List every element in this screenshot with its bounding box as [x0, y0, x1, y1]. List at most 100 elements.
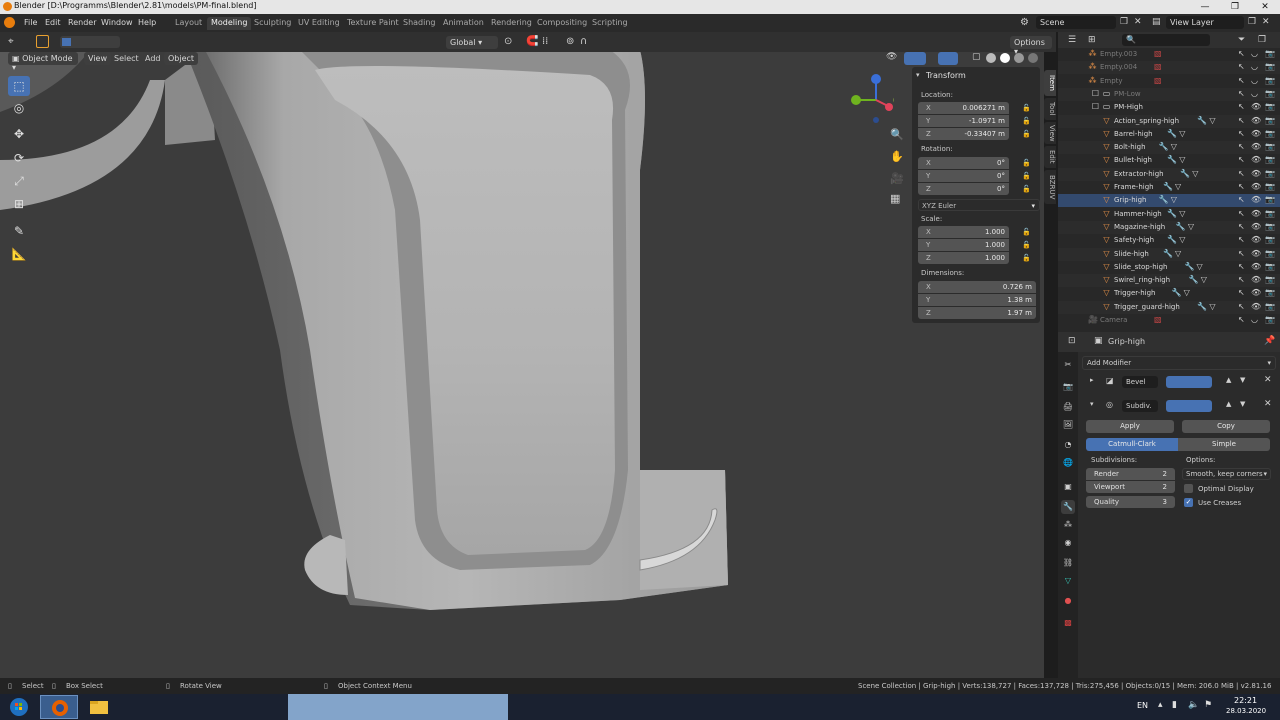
move-up-icon[interactable]: ▲	[1226, 400, 1231, 408]
outliner-row[interactable]: ⁂ Empty.003 ▧ ↖ ◡ 📷	[1058, 48, 1280, 61]
maximize-button[interactable]: ❐	[1220, 0, 1250, 14]
visibility-eye-icon[interactable]: 👁	[1251, 262, 1261, 271]
mesh-data-icon[interactable]: ▽	[1179, 155, 1185, 164]
menu-view[interactable]: View	[84, 52, 111, 65]
menu-object[interactable]: Object	[164, 52, 199, 65]
language-indicator[interactable]: EN	[1137, 701, 1148, 710]
bevel-visibility-toggles[interactable]	[1166, 376, 1212, 388]
object-tab-icon[interactable]: ▣	[1061, 480, 1075, 494]
select-mode-icon[interactable]	[36, 35, 49, 48]
tab-compositing[interactable]: Compositing	[533, 17, 591, 30]
tab-uv-editing[interactable]: UV Editing	[294, 17, 344, 30]
view-layer-tab-icon[interactable]: 🖼	[1061, 418, 1075, 432]
modifier-icon[interactable]: 🔧	[1185, 262, 1195, 271]
mesh-data-icon[interactable]: ▽	[1171, 195, 1177, 204]
render-toggle-icon[interactable]: 📷	[1265, 129, 1275, 138]
tray-volume-icon[interactable]: 🔈	[1188, 700, 1199, 710]
selectable-toggle-icon[interactable]: ↖	[1238, 275, 1245, 284]
constraint-icon[interactable]: ▧	[1154, 62, 1162, 71]
tray-network-icon[interactable]: ▮	[1172, 700, 1177, 710]
subdiv-name-field[interactable]: Subdiv.	[1122, 400, 1158, 412]
render-toggle-icon[interactable]: 📷	[1265, 49, 1275, 58]
view-layer-icon[interactable]: ▤	[1152, 17, 1161, 27]
xray-icon[interactable]: ▢	[972, 52, 981, 62]
display-mode-icon[interactable]: ⊞	[1088, 35, 1096, 45]
lock-icon[interactable]: 🔓	[1022, 117, 1031, 125]
tab-scripting[interactable]: Scripting	[588, 17, 632, 30]
close-button[interactable]: ✕	[1250, 0, 1280, 14]
mesh-data-icon[interactable]: ▽	[1209, 116, 1215, 125]
render-toggle-icon[interactable]: 📷	[1265, 102, 1275, 111]
outliner-row[interactable]: ▽ Barrel-high 🔧 ▽ ↖ 👁 📷	[1058, 128, 1280, 141]
options-dropdown[interactable]: Options ▾	[1010, 36, 1052, 56]
scale-y-field[interactable]: Y 1.000	[918, 239, 1009, 251]
lock-icon[interactable]: 🔓	[1022, 185, 1031, 193]
outliner-row[interactable]: ▽ Frame-high 🔧 ▽ ↖ 👁 📷	[1058, 181, 1280, 194]
lock-icon[interactable]: 🔓	[1022, 130, 1031, 138]
physics-tab-icon[interactable]: ◉	[1061, 536, 1075, 550]
location-y-field[interactable]: Y -1.0971 m	[918, 115, 1009, 127]
delete-scene-icon[interactable]: ✕	[1134, 17, 1142, 27]
outliner-row[interactable]: ▽ Extractor-high 🔧 ▽ ↖ 👁 📷	[1058, 167, 1280, 181]
selectable-toggle-icon[interactable]: ↖	[1238, 129, 1245, 138]
proportional-edit-icon[interactable]: ⊚	[566, 36, 574, 47]
render-toggle-icon[interactable]: 📷	[1265, 195, 1275, 204]
visibility-eye-icon[interactable]: ◡	[1251, 315, 1258, 324]
mesh-data-icon[interactable]: ▽	[1201, 275, 1207, 284]
selectable-toggle-icon[interactable]: ↖	[1238, 155, 1245, 164]
render-toggle-icon[interactable]: 📷	[1265, 302, 1275, 311]
render-toggle-icon[interactable]: 📷	[1265, 249, 1275, 258]
outliner-editor-icon[interactable]: ☰	[1068, 35, 1076, 45]
visibility-eye-icon[interactable]: ◡	[1251, 49, 1258, 58]
outliner-row[interactable]: ▽ Magazine-high 🔧 ▽ ↖ 👁 📷	[1058, 220, 1280, 234]
modifier-icon[interactable]: 🔧	[1159, 195, 1169, 204]
lock-icon[interactable]: 🔓	[1022, 104, 1031, 112]
wireframe-shading-icon[interactable]	[986, 53, 996, 63]
delete-view-layer-icon[interactable]: ✕	[1262, 17, 1270, 27]
menu-select[interactable]: Select	[114, 54, 139, 63]
render-toggle-icon[interactable]: 📷	[1265, 262, 1275, 271]
move-down-icon[interactable]: ▼	[1240, 400, 1245, 408]
mesh-data-icon[interactable]: ▽	[1184, 288, 1190, 297]
world-tab-icon[interactable]: 🌐	[1061, 456, 1075, 470]
selectable-toggle-icon[interactable]: ↖	[1238, 235, 1245, 244]
selectable-toggle-icon[interactable]: ↖	[1238, 102, 1245, 111]
select-box-tool[interactable]: ⬚	[8, 76, 30, 96]
mesh-data-icon[interactable]: ▽	[1179, 129, 1185, 138]
subdiv-visibility-toggles[interactable]	[1166, 400, 1212, 412]
pivot-icon[interactable]: ⊙	[504, 36, 512, 47]
pan-hand-icon[interactable]: ✋	[890, 150, 904, 163]
selectable-toggle-icon[interactable]: ↖	[1238, 142, 1245, 151]
lock-icon[interactable]: 🔓	[1022, 254, 1031, 262]
visibility-eye-icon[interactable]: 👁	[1251, 222, 1261, 231]
lock-icon[interactable]: 🔓	[1022, 159, 1031, 167]
selectable-toggle-icon[interactable]: ↖	[1238, 62, 1245, 71]
location-x-field[interactable]: X 0.006271 m	[918, 102, 1009, 114]
expand-arrow-icon[interactable]: ▸	[1090, 376, 1094, 384]
start-button[interactable]	[0, 695, 38, 719]
menu-edit[interactable]: Edit	[45, 18, 61, 27]
perspective-grid-icon[interactable]: ▦	[890, 192, 900, 205]
remove-modifier-icon[interactable]: ✕	[1264, 399, 1272, 409]
visibility-eye-icon[interactable]: ◡	[1251, 76, 1258, 85]
snap-target-icon[interactable]: ⁞⁞	[542, 36, 548, 47]
visibility-eye-icon[interactable]: 👁	[1251, 169, 1261, 178]
outliner-row[interactable]: ☐ ▭ PM-High ↖ 👁 📷	[1058, 101, 1280, 114]
mesh-data-icon[interactable]: ▽	[1171, 142, 1177, 151]
outliner-row[interactable]: ▽ Hammer-high 🔧 ▽ ↖ 👁 📷	[1058, 208, 1280, 221]
lock-icon[interactable]: 🔓	[1022, 241, 1031, 249]
transform-orientation-dropdown[interactable]: Global ▾	[446, 36, 498, 49]
snap-icon[interactable]: 🧲	[526, 36, 538, 47]
visibility-eye-icon[interactable]: 👁	[1251, 129, 1261, 138]
visibility-eye-icon[interactable]: 👁	[1251, 302, 1261, 311]
mesh-data-icon[interactable]: ▽	[1175, 182, 1181, 191]
3d-viewport[interactable]: ⬚ ◎ ✥ ⟳ ⤢ ⊞ ✎ 📐 🔍 ✋ 🎥 ▦	[0, 50, 1044, 678]
copy-button[interactable]: Copy	[1182, 420, 1270, 433]
modifier-icon[interactable]: 🔧	[1167, 155, 1177, 164]
menu-window[interactable]: Window	[101, 18, 133, 27]
modifier-icon[interactable]: 🔧	[1163, 182, 1173, 191]
remove-modifier-icon[interactable]: ✕	[1264, 375, 1272, 385]
mesh-data-icon[interactable]: ▽	[1179, 235, 1185, 244]
mesh-data-icon[interactable]: ▽	[1175, 249, 1181, 258]
move-down-icon[interactable]: ▼	[1240, 376, 1245, 384]
